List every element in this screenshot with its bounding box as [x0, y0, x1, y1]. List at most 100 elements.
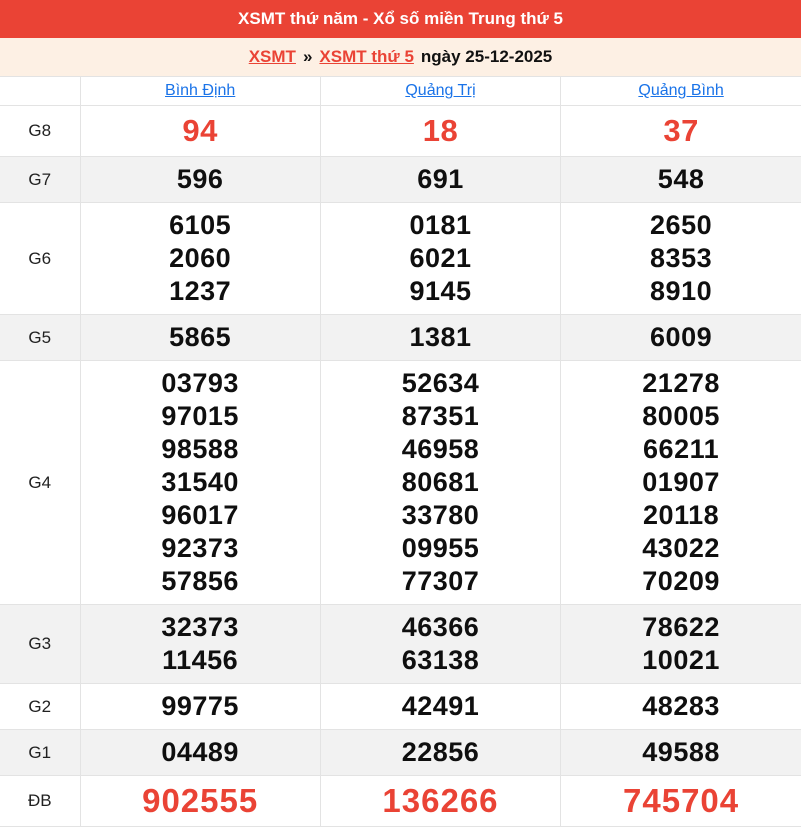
result-number: 31540: [81, 466, 320, 499]
prize-label: G1: [0, 730, 80, 776]
result-number: 745704: [561, 782, 801, 820]
result-number: 96017: [81, 499, 320, 532]
prize-label: G8: [0, 106, 80, 157]
result-cell: 21278800056621101907201184302270209: [561, 361, 801, 605]
prize-row-ĐB: ĐB902555136266745704: [0, 776, 801, 827]
result-cell: 691: [320, 157, 560, 203]
result-number: 94: [81, 112, 320, 150]
result-cell: 52634873514695880681337800995577307: [320, 361, 560, 605]
result-number: 04489: [81, 736, 320, 769]
result-number: 18: [321, 112, 560, 150]
breadcrumb-separator: »: [303, 47, 312, 67]
result-number: 5865: [81, 321, 320, 354]
result-cell: 902555: [80, 776, 320, 827]
result-number: 0181: [321, 209, 560, 242]
province-header-3: Quảng Bình: [561, 77, 801, 106]
result-cell: 745704: [561, 776, 801, 827]
prize-label: G4: [0, 361, 80, 605]
result-cell: 04489: [80, 730, 320, 776]
result-number: 6105: [81, 209, 320, 242]
result-cell: 49588: [561, 730, 801, 776]
result-cell: 18: [320, 106, 560, 157]
result-cell: 22856: [320, 730, 560, 776]
result-cell: 610520601237: [80, 203, 320, 315]
result-number: 8910: [561, 275, 801, 308]
result-number: 8353: [561, 242, 801, 275]
prize-label: G6: [0, 203, 80, 315]
province-header-row: Bình Định Quảng Trị Quảng Bình: [0, 77, 801, 106]
result-number: 42491: [321, 690, 560, 723]
result-cell: 018160219145: [320, 203, 560, 315]
result-number: 1237: [81, 275, 320, 308]
result-number: 20118: [561, 499, 801, 532]
result-number: 49588: [561, 736, 801, 769]
prize-row-G7: G7596691548: [0, 157, 801, 203]
result-number: 33780: [321, 499, 560, 532]
result-number: 32373: [81, 611, 320, 644]
result-number: 21278: [561, 367, 801, 400]
prize-label: G5: [0, 315, 80, 361]
result-number: 22856: [321, 736, 560, 769]
breadcrumb-link-xsmt[interactable]: XSMT: [249, 47, 296, 67]
result-number: 596: [81, 163, 320, 196]
result-number: 1381: [321, 321, 560, 354]
page-header: XSMT thứ năm - Xổ số miền Trung thứ 5: [0, 0, 801, 38]
result-number: 80681: [321, 466, 560, 499]
result-number: 902555: [81, 782, 320, 820]
result-number: 87351: [321, 400, 560, 433]
result-cell: 6009: [561, 315, 801, 361]
result-number: 77307: [321, 565, 560, 598]
result-number: 48283: [561, 690, 801, 723]
result-cell: 548: [561, 157, 801, 203]
prize-row-G4: G403793970159858831540960179237357856526…: [0, 361, 801, 605]
result-cell: 94: [80, 106, 320, 157]
result-number: 6021: [321, 242, 560, 275]
prize-column-header-empty: [0, 77, 80, 106]
result-number: 97015: [81, 400, 320, 433]
prize-row-G5: G5586513816009: [0, 315, 801, 361]
result-number: 2060: [81, 242, 320, 275]
result-number: 37: [561, 112, 801, 150]
prize-row-G2: G2997754249148283: [0, 684, 801, 730]
result-number: 46958: [321, 433, 560, 466]
result-number: 70209: [561, 565, 801, 598]
result-cell: 4636663138: [320, 605, 560, 684]
result-cell: 265083538910: [561, 203, 801, 315]
breadcrumb-link-xsmt-thu-5[interactable]: XSMT thứ 5: [319, 47, 413, 67]
breadcrumb: XSMT » XSMT thứ 5 ngày 25-12-2025: [0, 38, 801, 76]
result-number: 78622: [561, 611, 801, 644]
province-link[interactable]: Quảng Trị: [405, 82, 475, 99]
result-number: 63138: [321, 644, 560, 677]
result-number: 6009: [561, 321, 801, 354]
result-cell: 136266: [320, 776, 560, 827]
result-number: 46366: [321, 611, 560, 644]
result-number: 98588: [81, 433, 320, 466]
result-number: 548: [561, 163, 801, 196]
prize-label: G3: [0, 605, 80, 684]
prize-label: G7: [0, 157, 80, 203]
province-link[interactable]: Bình Định: [165, 82, 235, 99]
prize-row-G6: G6610520601237018160219145265083538910: [0, 203, 801, 315]
result-cell: 42491: [320, 684, 560, 730]
result-number: 57856: [81, 565, 320, 598]
province-header-2: Quảng Trị: [320, 77, 560, 106]
result-number: 10021: [561, 644, 801, 677]
result-number: 691: [321, 163, 560, 196]
page-title: XSMT thứ năm - Xổ số miền Trung thứ 5: [238, 9, 563, 29]
result-number: 2650: [561, 209, 801, 242]
result-cell: 5865: [80, 315, 320, 361]
result-number: 80005: [561, 400, 801, 433]
result-number: 9145: [321, 275, 560, 308]
prize-row-G8: G8941837: [0, 106, 801, 157]
result-cell: 03793970159858831540960179237357856: [80, 361, 320, 605]
breadcrumb-date: ngày 25-12-2025: [421, 47, 552, 67]
prize-label: G2: [0, 684, 80, 730]
result-number: 52634: [321, 367, 560, 400]
result-number: 01907: [561, 466, 801, 499]
prize-label: ĐB: [0, 776, 80, 827]
prize-row-G3: G3323731145646366631387862210021: [0, 605, 801, 684]
result-cell: 3237311456: [80, 605, 320, 684]
result-number: 03793: [81, 367, 320, 400]
result-cell: 99775: [80, 684, 320, 730]
province-link[interactable]: Quảng Bình: [638, 82, 723, 99]
